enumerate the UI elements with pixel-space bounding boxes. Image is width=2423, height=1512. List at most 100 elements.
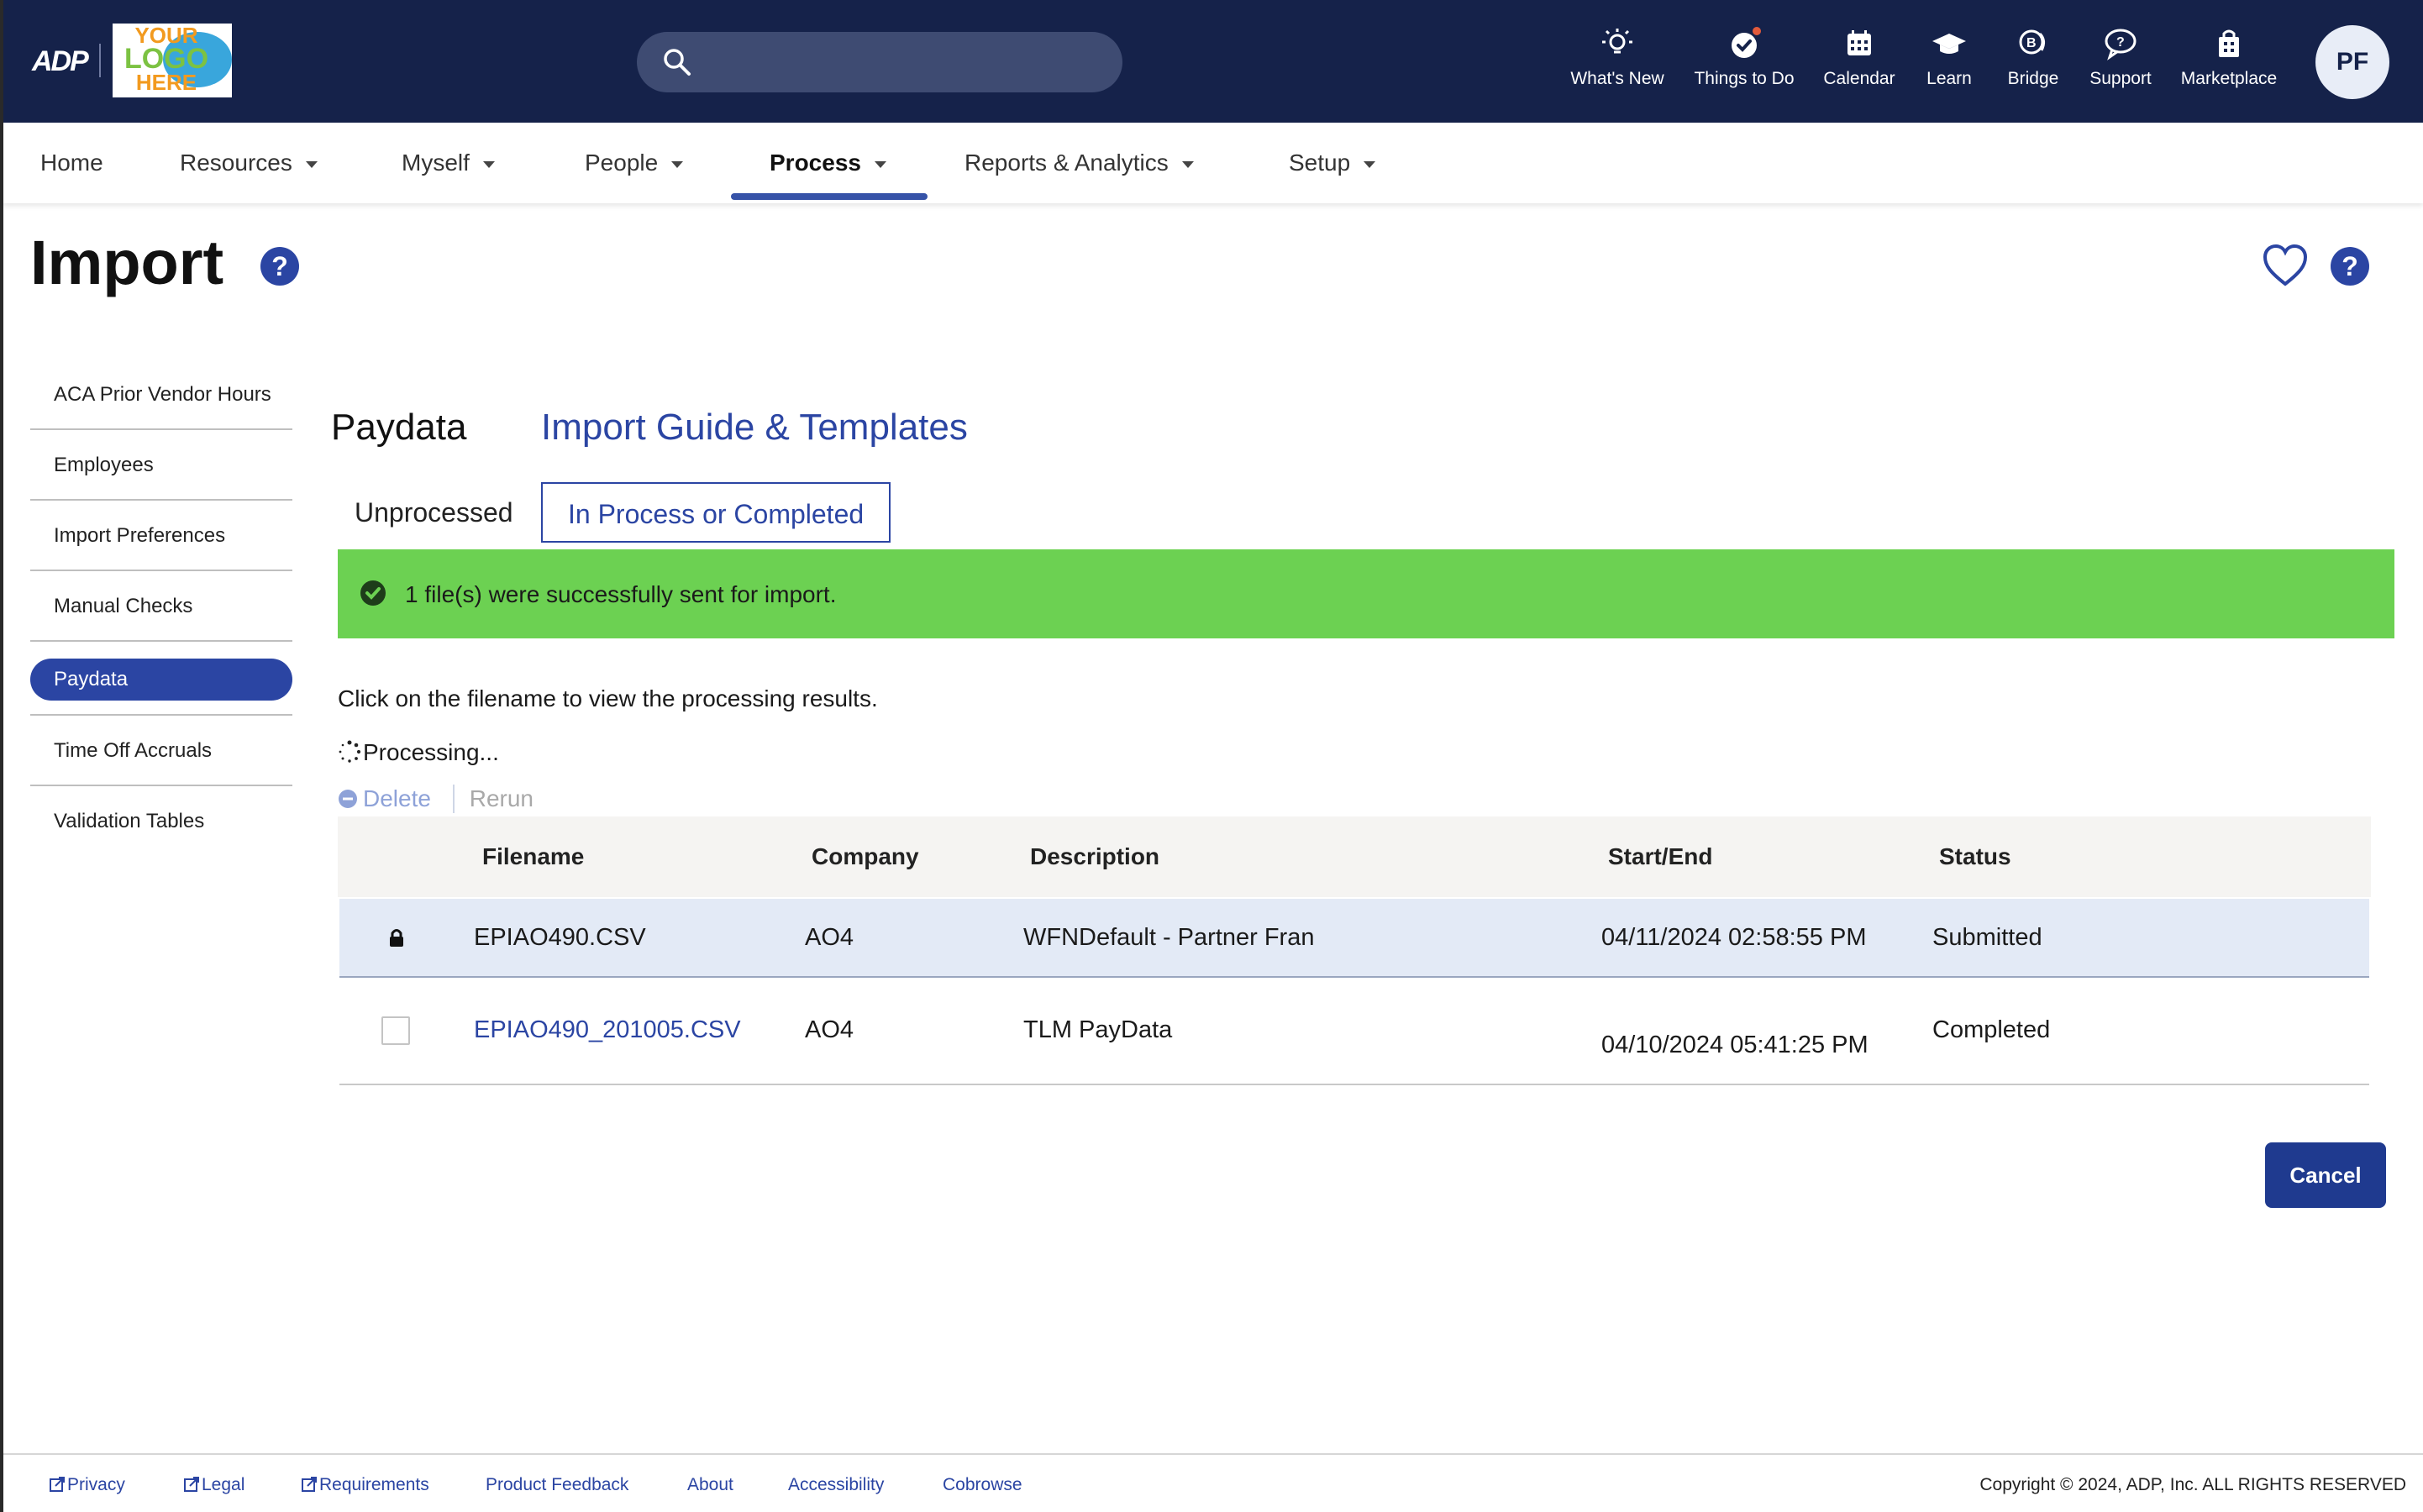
nav-myself-label: Myself	[402, 150, 470, 176]
nav-reports-label: Reports & Analytics	[964, 150, 1169, 176]
spinner-icon	[339, 740, 361, 763]
svg-text:?: ?	[2116, 35, 2125, 50]
marketplace-button[interactable]: Marketplace	[2174, 25, 2284, 109]
sidebar-item-label: Time Off Accruals	[54, 739, 213, 762]
support-button[interactable]: ? Support	[2080, 25, 2161, 109]
table-header: Filename Company Description Start/End S…	[338, 816, 2371, 897]
cell-status: Submitted	[1932, 924, 2042, 951]
cell-description: TLM PayData	[1023, 1016, 1173, 1043]
sidebar-item-aca-prior-vendor-hours[interactable]: ACA Prior Vendor Hours	[30, 360, 292, 430]
cell-company: AO4	[805, 924, 854, 951]
whats-new-button[interactable]: What's New	[1563, 25, 1672, 109]
graduation-cap-icon	[1932, 34, 1966, 54]
footer-link-label: Requirements	[319, 1475, 429, 1494]
notification-badge	[1751, 25, 1763, 37]
footer-link-label: Legal	[202, 1475, 245, 1494]
footer-link-legal[interactable]: Legal	[183, 1475, 244, 1495]
cell-filename-link[interactable]: EPIAO490_201005.CSV	[474, 1016, 741, 1044]
footer-link-about[interactable]: About	[687, 1475, 733, 1495]
nav-active-indicator	[731, 193, 928, 200]
import-guide-link[interactable]: Import Guide & Templates	[541, 407, 968, 449]
company-logo: YOUR LOGO HERE	[113, 24, 232, 97]
cell-company: AO4	[805, 1016, 854, 1043]
cell-start-end: 04/10/2024 05:41:25 PM	[1601, 1032, 1868, 1058]
table-actions: Delete Rerun	[338, 785, 533, 813]
footer-link-product-feedback[interactable]: Product Feedback	[486, 1475, 628, 1495]
tab-in-process-or-completed[interactable]: In Process or Completed	[541, 482, 891, 543]
footer: Privacy Legal Requirements Product Feedb…	[3, 1453, 2423, 1512]
tab-unprocessed[interactable]: Unprocessed	[331, 482, 537, 543]
footer-link-privacy[interactable]: Privacy	[49, 1475, 125, 1495]
nav-setup[interactable]: Setup	[1289, 123, 1376, 203]
rerun-button[interactable]: Rerun	[470, 785, 533, 811]
row-checkbox[interactable]	[381, 1016, 410, 1045]
page-help-icon[interactable]: ?	[260, 247, 299, 286]
nav-home[interactable]: Home	[40, 123, 103, 203]
processing-label: Processing...	[363, 739, 499, 765]
learn-button[interactable]: Learn	[1916, 25, 1983, 109]
bridge-label: Bridge	[2007, 69, 2059, 88]
things-to-do-label: Things to Do	[1694, 69, 1795, 88]
sidebar-item-paydata[interactable]: Paydata	[30, 659, 292, 701]
support-label: Support	[2089, 69, 2152, 88]
adp-logo[interactable]: ADP	[32, 45, 89, 77]
search-bar[interactable]	[637, 32, 1122, 92]
sidebar-item-import-preferences[interactable]: Import Preferences	[30, 501, 292, 571]
sidebar-item-validation-tables[interactable]: Validation Tables	[30, 786, 292, 857]
nav-resources[interactable]: Resources	[180, 123, 318, 203]
delete-button[interactable]: Delete	[338, 785, 438, 811]
calendar-label: Calendar	[1823, 69, 1895, 88]
page-title: Import	[30, 228, 224, 297]
user-avatar[interactable]: PF	[2315, 25, 2389, 99]
action-divider	[452, 785, 455, 813]
chevron-down-icon	[671, 160, 684, 168]
nav-setup-label: Setup	[1289, 150, 1351, 176]
copyright-text: Copyright © 2024, ADP, Inc. ALL RIGHTS R…	[1979, 1475, 2406, 1494]
favorite-heart-icon[interactable]	[2262, 244, 2309, 287]
instruction-text: Click on the filename to view the proces…	[338, 685, 878, 711]
top-bar: ADP YOUR LOGO HERE What's New Things to …	[3, 0, 2423, 123]
sidebar-item-time-off-accruals[interactable]: Time Off Accruals	[30, 716, 292, 786]
column-header-status[interactable]: Status	[1939, 816, 2011, 897]
external-link-icon	[302, 1477, 317, 1492]
column-header-company[interactable]: Company	[812, 816, 919, 897]
primary-nav: Home Resources Myself People Process Rep…	[3, 123, 2423, 203]
sidebar-item-employees[interactable]: Employees	[30, 430, 292, 501]
chevron-down-icon	[482, 160, 495, 168]
bridge-chat-icon: B	[2019, 29, 2046, 55]
nav-process[interactable]: Process	[770, 123, 886, 203]
cell-status: Completed	[1932, 1016, 2051, 1043]
chevron-down-icon	[305, 160, 318, 168]
footer-link-accessibility[interactable]: Accessibility	[788, 1475, 884, 1495]
chevron-down-icon	[1181, 160, 1194, 168]
table-row[interactable]: EPIAO490.CSV AO4 WFNDefault - Partner Fr…	[339, 899, 2369, 978]
nav-myself[interactable]: Myself	[402, 123, 495, 203]
nav-people[interactable]: People	[585, 123, 684, 203]
section-title: Paydata	[331, 407, 467, 448]
calendar-icon	[1847, 30, 1871, 55]
nav-reports-analytics[interactable]: Reports & Analytics	[964, 123, 1194, 203]
cell-description: WFNDefault - Partner Fran	[1023, 924, 1315, 951]
sidebar-item-label: Employees	[54, 454, 154, 476]
footer-link-cobrowse[interactable]: Cobrowse	[943, 1475, 1022, 1495]
sidebar-item-manual-checks[interactable]: Manual Checks	[30, 571, 292, 642]
column-header-description[interactable]: Description	[1030, 816, 1159, 897]
alert-message: 1 file(s) were successfully sent for imp…	[405, 581, 837, 607]
whats-new-label: What's New	[1570, 69, 1664, 88]
column-header-filename[interactable]: Filename	[482, 816, 584, 897]
svg-text:B: B	[2026, 36, 2037, 50]
help-icon[interactable]: ?	[2331, 247, 2369, 286]
search-input[interactable]	[704, 42, 1099, 82]
logo-divider	[99, 44, 101, 77]
cancel-button[interactable]: Cancel	[2265, 1142, 2386, 1208]
sidebar-item-label: Validation Tables	[54, 810, 205, 832]
chevron-down-icon	[874, 160, 886, 168]
sidebar-item-label: Manual Checks	[54, 595, 193, 617]
column-header-start-end[interactable]: Start/End	[1608, 816, 1712, 897]
calendar-button[interactable]: Calendar	[1815, 25, 1904, 109]
things-to-do-button[interactable]: Things to Do	[1687, 25, 1801, 109]
shopping-bag-icon	[2219, 29, 2239, 57]
search-icon	[664, 49, 691, 76]
bridge-button[interactable]: B Bridge	[2000, 25, 2067, 109]
footer-link-requirements[interactable]: Requirements	[301, 1475, 429, 1495]
